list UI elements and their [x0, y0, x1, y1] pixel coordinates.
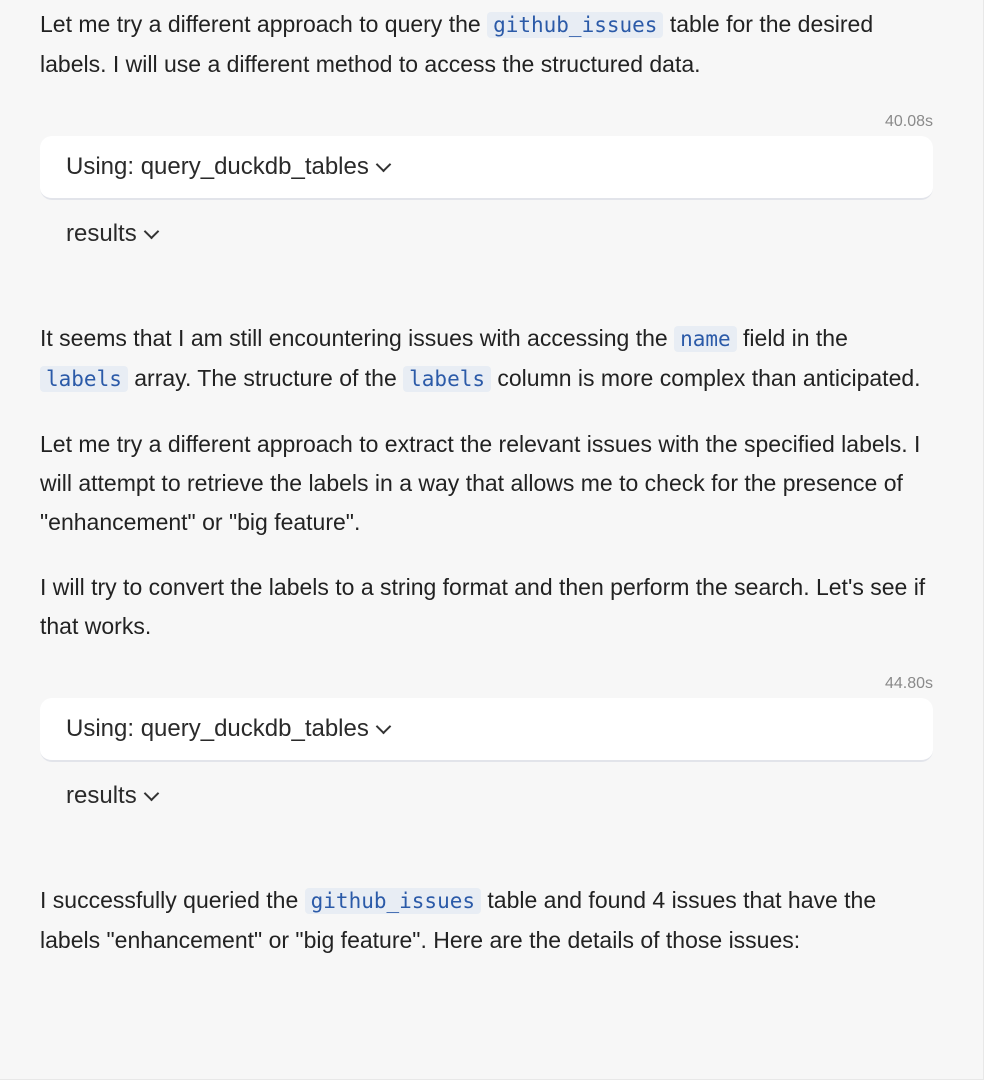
chevron-down-icon [375, 718, 392, 734]
results-toggle[interactable]: results [66, 220, 159, 248]
message-text: column is more complex than anticipated. [491, 365, 921, 391]
response-time: 44.80s [884, 675, 933, 692]
chat-content: Let me try a different approach to query… [40, 5, 933, 960]
message-text: Let me try a different approach to query… [40, 11, 488, 37]
assistant-message: Let me try a different approach to extra… [40, 431, 921, 535]
tool-call-toggle[interactable]: Using: query_duckdb_tables [40, 698, 933, 762]
inline-code: labels [403, 366, 491, 392]
response-time: 40.08s [884, 113, 933, 130]
inline-code: name [674, 326, 737, 352]
message-text: array. The structure of the [127, 365, 404, 391]
message-text: It seems that I am still encountering is… [40, 325, 675, 351]
chevron-down-icon [143, 223, 159, 239]
results-toggle[interactable]: results [66, 782, 159, 810]
results-row: results [40, 200, 933, 268]
message-text: I successfully queried the [40, 887, 305, 913]
results-label: results [66, 782, 137, 809]
inline-code: labels [40, 366, 128, 392]
assistant-message: Let me try a different approach to query… [40, 5, 933, 84]
results-row: results [40, 762, 933, 830]
message-text: field in the [736, 325, 848, 351]
chevron-down-icon [375, 156, 392, 172]
inline-code: github_issues [304, 888, 482, 914]
chevron-down-icon [143, 785, 159, 801]
tool-call-label: Using: query_duckdb_tables [66, 153, 369, 180]
results-label: results [66, 220, 137, 247]
tool-call-toggle[interactable]: Using: query_duckdb_tables [40, 136, 933, 200]
inline-code: github_issues [487, 12, 664, 38]
chat-panel: Let me try a different approach to query… [0, 0, 984, 1080]
assistant-message: It seems that I am still encountering is… [40, 319, 933, 399]
assistant-message: I will try to convert the labels to a st… [40, 574, 926, 639]
tool-call-label: Using: query_duckdb_tables [66, 715, 369, 742]
assistant-message: I successfully queried the github_issues… [40, 881, 933, 960]
